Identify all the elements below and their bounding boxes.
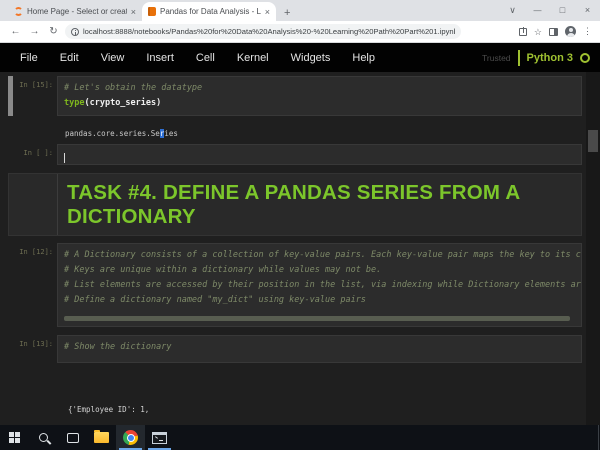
terminal-icon [152, 432, 167, 444]
windows-taskbar [0, 425, 600, 450]
kernel-name-label[interactable]: Python 3 [527, 52, 573, 64]
search-icon [39, 433, 48, 442]
address-bar[interactable]: localhost:8888/notebooks/Pandas%20for%20… [65, 24, 461, 39]
bookmark-star-icon[interactable]: ☆ [534, 27, 542, 37]
side-panel-icon[interactable] [549, 28, 558, 36]
code-input[interactable]: # Show the dictionary [57, 335, 582, 363]
code-comment: # Show the dictionary [64, 340, 575, 355]
task-view-icon [67, 433, 79, 443]
folder-icon [94, 432, 109, 443]
menu-kernel[interactable]: Kernel [226, 52, 280, 64]
menu-edit[interactable]: Edit [49, 52, 90, 64]
browser-tab-home[interactable]: Home Page - Select or create a n × [8, 2, 142, 21]
cell-prompt: In [15]: [8, 76, 57, 116]
task-view-button[interactable] [58, 425, 87, 450]
vertical-scrollbar[interactable] [586, 72, 600, 425]
browser-tab-pandas-notebook[interactable]: Pandas for Data Analysis - Learn × [142, 2, 276, 21]
file-explorer-button[interactable] [87, 425, 116, 450]
vertical-scrollbar-thumb[interactable] [588, 130, 598, 152]
code-cell-15: In [15]: # Let's obtain the datatype typ… [8, 76, 582, 116]
cell-prompt: In [13]: [8, 335, 57, 363]
tab-title: Pandas for Data Analysis - Learn [160, 7, 261, 16]
code-comment: # Let's obtain the datatype [64, 81, 575, 96]
code-comment: # A Dictionary consists of a collection … [64, 248, 575, 263]
notebook-area: In [15]: # Let's obtain the datatype typ… [0, 72, 600, 425]
chrome-taskbar-button[interactable] [116, 425, 145, 450]
code-line: type(crypto_series) [64, 96, 575, 111]
start-button[interactable] [0, 425, 29, 450]
maximize-button[interactable]: □ [550, 0, 575, 21]
url-text[interactable]: localhost:8888/notebooks/Pandas%20for%20… [83, 27, 455, 36]
markdown-body: TASK #4. DEFINE A PANDAS SERIES FROM A D… [58, 174, 581, 235]
windows-logo-icon [9, 432, 20, 443]
browser-tab-strip: Home Page - Select or create a n × Panda… [0, 0, 600, 21]
code-cell-13: In [13]: # Show the dictionary [8, 335, 582, 363]
tab-title: Home Page - Select or create a n [27, 7, 127, 16]
code-input[interactable]: # A Dictionary consists of a collection … [57, 243, 582, 327]
output-text: ies [164, 129, 178, 138]
window-controls: ∨ — □ × [500, 0, 600, 21]
jupyter-menubar: File Edit View Insert Cell Kernel Widget… [0, 43, 600, 72]
code-input[interactable] [57, 144, 582, 165]
tab-close-icon[interactable]: × [131, 7, 136, 17]
reload-icon[interactable]: ↻ [44, 26, 63, 37]
chrome-icon [123, 430, 138, 445]
cell-output-dictionary: {'Employee ID': 1, 'Employee Name': 'Ste… [8, 369, 582, 425]
terminal-taskbar-button[interactable] [145, 425, 174, 450]
kernel-status-area: Trusted Python 3 [482, 50, 600, 66]
menu-help[interactable]: Help [341, 52, 386, 64]
output-text: pandas.core.series.Se [65, 129, 160, 138]
code-comment: # Define a dictionary named "my_dict" us… [64, 293, 575, 308]
menu-view[interactable]: View [90, 52, 136, 64]
selected-cell-indicator [8, 76, 13, 116]
tab-search-icon[interactable]: ∨ [500, 0, 525, 21]
horizontal-scrollbar[interactable] [64, 316, 575, 322]
jupyter-logo-icon [14, 7, 23, 16]
minimize-button[interactable]: — [525, 0, 550, 21]
code-cell-empty: In [ ]: [8, 144, 582, 165]
trusted-badge: Trusted [482, 53, 511, 63]
browser-menu-icon[interactable]: ⋮ [583, 26, 592, 37]
cell-prompt: In [12]: [8, 243, 57, 327]
output-line: {'Employee ID': 1, [68, 404, 582, 416]
site-info-icon[interactable] [71, 28, 79, 36]
back-icon[interactable]: ← [6, 26, 25, 37]
code-rest: (crypto_series) [84, 98, 161, 108]
tab-close-icon[interactable]: × [265, 7, 270, 17]
code-comment: # List elements are accessed by their po… [64, 278, 575, 293]
search-button[interactable] [29, 425, 58, 450]
task-heading: TASK #4. DEFINE A PANDAS SERIES FROM A D… [67, 181, 571, 229]
kernel-idle-icon [580, 53, 590, 63]
screen: Home Page - Select or create a n × Panda… [0, 0, 600, 450]
text-caret [64, 153, 65, 163]
menu-insert[interactable]: Insert [135, 52, 185, 64]
kernel-divider [518, 50, 520, 66]
new-tab-button[interactable]: + [276, 7, 298, 21]
browser-toolbar: ← → ↻ localhost:8888/notebooks/Pandas%20… [0, 21, 600, 43]
cell-prompt: In [ ]: [8, 144, 57, 165]
close-button[interactable]: × [575, 0, 600, 21]
menu-widgets[interactable]: Widgets [280, 52, 342, 64]
keyword-type: type [64, 98, 84, 108]
menu-cell[interactable]: Cell [185, 52, 226, 64]
code-input[interactable]: # Let's obtain the datatype type(crypto_… [57, 76, 582, 116]
cell-output-series-type: pandas.core.series.Series [8, 122, 582, 144]
menu-file[interactable]: File [9, 52, 49, 64]
profile-avatar[interactable] [565, 26, 576, 37]
notebook-book-icon [148, 7, 156, 16]
horizontal-scrollbar-thumb[interactable] [64, 316, 570, 321]
code-comment: # Keys are unique within a dictionary wh… [64, 263, 575, 278]
toolbar-actions: ☆ ⋮ [519, 26, 594, 37]
markdown-cell-task4[interactable]: TASK #4. DEFINE A PANDAS SERIES FROM A D… [8, 173, 582, 236]
share-icon[interactable] [519, 28, 527, 36]
code-cell-12: In [12]: # A Dictionary consists of a co… [8, 243, 582, 327]
markdown-gutter [9, 174, 58, 235]
forward-icon[interactable]: → [25, 26, 44, 37]
